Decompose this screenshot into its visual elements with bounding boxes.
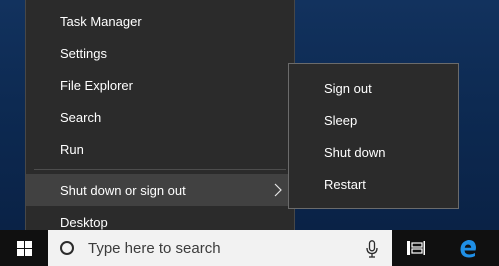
menu-item-run[interactable]: Run: [26, 133, 294, 165]
edge-button[interactable]: [450, 230, 486, 266]
search-input[interactable]: Type here to search: [88, 240, 221, 257]
shutdown-submenu: Sign out Sleep Shut down Restart: [288, 63, 459, 209]
submenu-item-shut-down[interactable]: Shut down: [289, 136, 458, 168]
menu-item-label: Search: [60, 109, 102, 125]
menu-item-label: File Explorer: [60, 77, 133, 93]
submenu-item-sign-out[interactable]: Sign out: [289, 72, 458, 104]
chevron-right-icon: [274, 183, 282, 197]
submenu-item-label: Restart: [324, 176, 366, 192]
menu-item-search[interactable]: Search: [26, 101, 294, 133]
menu-item-label: Task Manager: [60, 13, 142, 29]
menu-item-file-explorer[interactable]: File Explorer: [26, 69, 294, 101]
task-view-button[interactable]: [402, 230, 430, 266]
windows-logo-icon: [16, 240, 32, 256]
menu-item-settings[interactable]: Settings: [26, 37, 294, 69]
menu-item-label: Shut down or sign out: [60, 182, 186, 198]
menu-separator: [34, 169, 286, 170]
cortana-circle-icon: [60, 241, 74, 255]
submenu-item-restart[interactable]: Restart: [289, 168, 458, 200]
taskbar: Type here to search: [0, 230, 499, 266]
menu-item-label: Settings: [60, 45, 107, 61]
menu-item-label: Desktop: [60, 214, 108, 230]
start-button[interactable]: [0, 230, 48, 266]
edge-browser-icon: [460, 239, 476, 258]
quick-link-menu: Task Manager Settings File Explorer Sear…: [25, 0, 295, 246]
menu-item-task-manager[interactable]: Task Manager: [26, 5, 294, 37]
menu-item-label: Run: [60, 141, 84, 157]
submenu-item-label: Shut down: [324, 144, 386, 160]
submenu-item-label: Sign out: [324, 80, 372, 96]
menu-item-shut-down-or-sign-out[interactable]: Shut down or sign out: [26, 174, 294, 206]
submenu-item-label: Sleep: [324, 112, 358, 128]
submenu-item-sleep[interactable]: Sleep: [289, 104, 458, 136]
microphone-icon[interactable]: [366, 240, 378, 258]
search-box[interactable]: Type here to search: [48, 230, 392, 266]
task-view-icon: [407, 241, 425, 255]
